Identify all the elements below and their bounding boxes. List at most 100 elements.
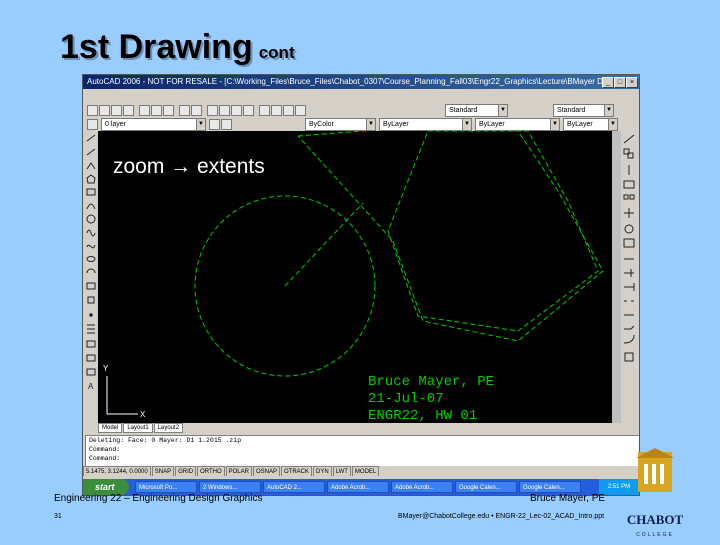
slide-title-text: 1st Drawing — [60, 28, 253, 66]
line-tool-icon — [86, 134, 96, 142]
logo-subtext: COLLEGE — [636, 532, 674, 538]
snap-toggle[interactable]: SNAP — [151, 466, 175, 476]
copy-icon[interactable] — [151, 105, 162, 116]
redo-icon[interactable] — [191, 105, 202, 116]
ucs-y-label: Y — [103, 364, 109, 373]
close-button[interactable]: × — [626, 77, 638, 88]
construction-line-icon — [86, 148, 96, 156]
otrack-toggle[interactable]: OTRACK — [281, 466, 313, 476]
undo-icon[interactable] — [179, 105, 190, 116]
lwt-toggle[interactable]: LWT — [332, 466, 351, 476]
slide-title: 1st Drawing cont — [60, 28, 295, 67]
autocad-screenshot: AutoCAD 2006 - NOT FOR RESALE - [C:\Work… — [82, 74, 640, 496]
tool-palette-icon[interactable] — [283, 105, 294, 116]
ellipse-icon — [86, 256, 96, 262]
task-button[interactable]: Microsoft Po... — [135, 481, 197, 493]
cut-icon[interactable] — [139, 105, 150, 116]
chevron-down-icon: ▼ — [498, 105, 507, 116]
new-icon[interactable] — [87, 105, 98, 116]
arc-icon — [86, 203, 96, 210]
drawing-text-block: Bruce Mayer, PE 21-Jul-07 ENGR22, HW 01 — [368, 374, 494, 423]
dim-style-select[interactable]: Standard ▼ — [553, 104, 614, 117]
model-toggle[interactable]: MODEL — [351, 466, 380, 476]
linetype-select[interactable]: ByLayer ▼ — [379, 118, 472, 131]
point-icon — [89, 313, 93, 317]
task-button[interactable]: 2 Windows... — [199, 481, 261, 493]
rotate-icon — [624, 224, 634, 234]
layer-select[interactable]: 0 layer ▼ — [101, 118, 206, 131]
osnap-toggle[interactable]: OSNAP — [252, 466, 280, 476]
extend-icon — [624, 283, 635, 291]
lineweight-select[interactable]: ByLayer ▼ — [475, 118, 560, 131]
make-current-layer-icon[interactable] — [209, 119, 220, 130]
tab-model[interactable]: Model — [98, 423, 123, 433]
explode-icon — [624, 352, 634, 362]
circle-icon — [86, 214, 96, 224]
grid-toggle[interactable]: GRID — [175, 466, 197, 476]
hatch-icon — [87, 324, 95, 334]
help-icon[interactable] — [295, 105, 306, 116]
move-icon — [624, 208, 634, 218]
standard-toolbar: Standard ▼ Standard ▼ — [83, 103, 639, 117]
slide-number: 31 — [54, 513, 62, 520]
fillet-icon — [623, 334, 635, 344]
drawing-text-date: 21-Jul-07 — [368, 391, 444, 407]
task-button[interactable]: Google Calen... — [519, 481, 581, 493]
design-center-icon[interactable] — [271, 105, 282, 116]
tab-layout1[interactable]: Layout1 — [123, 423, 153, 433]
zoom-previous-icon[interactable] — [243, 105, 254, 116]
lineweight-value: ByLayer — [479, 121, 505, 128]
scale-icon — [623, 238, 635, 248]
polar-toggle[interactable]: POLAR — [225, 466, 252, 476]
pan-icon[interactable] — [207, 105, 218, 116]
slide-title-suffix: cont — [258, 43, 295, 62]
plot-style-value: ByLayer — [567, 121, 593, 128]
offset-icon — [623, 180, 635, 189]
save-icon[interactable] — [111, 105, 122, 116]
paste-icon[interactable] — [163, 105, 174, 116]
footer-author: Bruce Mayer, PE — [530, 493, 606, 504]
region-icon — [86, 354, 96, 362]
zoom-extents-annotation: zoom → extents — [113, 155, 265, 178]
ucs-x-label: X — [140, 410, 146, 419]
properties-icon[interactable] — [259, 105, 270, 116]
task-button[interactable]: Google Calen... — [455, 481, 517, 493]
ortho-toggle[interactable]: ORTHO — [197, 466, 225, 476]
plot-style-select[interactable]: ByLayer ▼ — [563, 118, 618, 131]
tab-layout2[interactable]: Layout2 — [153, 423, 184, 433]
modify-toolbar — [621, 131, 637, 431]
text-style-select[interactable]: Standard ▼ — [445, 104, 508, 117]
status-bar: 5.1475, 3.1244, 0.0000 SNAP GRID ORTHO POLAR… — [83, 466, 639, 476]
task-button[interactable]: Adobe Acrob... — [391, 481, 453, 493]
chevron-down-icon: ▼ — [462, 119, 471, 130]
layer-previous-icon[interactable] — [221, 119, 232, 130]
drawing-text-name: Bruce Mayer, PE — [368, 374, 494, 390]
color-select[interactable]: ByColor ▼ — [305, 118, 376, 131]
logo-text: CHABOT — [627, 512, 684, 527]
command-line-3[interactable]: Command: — [89, 454, 639, 463]
layers-toolbar: 0 layer ▼ ByColor ▼ ByLayer ▼ ByLayer ▼ ByLa… — [83, 117, 639, 131]
mtext-icon: A — [88, 382, 94, 391]
footer-course: Engineering 22 – Engineering Design Grap… — [54, 493, 263, 504]
maximize-button[interactable]: □ — [614, 77, 626, 88]
polyline-icon — [86, 162, 96, 170]
dyn-toggle[interactable]: DYN — [313, 466, 332, 476]
zoom-window-icon[interactable] — [231, 105, 242, 116]
chabot-logo: CHABOT COLLEGE — [624, 448, 686, 540]
print-icon[interactable] — [123, 105, 134, 116]
drawing-text-course: ENGR22, HW 01 — [368, 408, 477, 423]
vertical-scrollbar[interactable] — [612, 131, 621, 423]
task-button[interactable]: Adobe Acrob... — [327, 481, 389, 493]
polygon-icon — [86, 174, 96, 184]
layer-value: 0 layer — [105, 121, 127, 128]
command-window[interactable]: Deleting: Face: 0 Mayer: D1 1.2015 .zip … — [85, 435, 639, 467]
task-button[interactable]: AutoCAD 2... — [263, 481, 325, 493]
layer-manager-icon[interactable] — [87, 119, 98, 130]
drawn-hexagon — [387, 131, 599, 332]
open-icon[interactable] — [99, 105, 110, 116]
chevron-down-icon: ▼ — [608, 119, 617, 130]
zoom-icon[interactable] — [219, 105, 230, 116]
ellipse-arc-icon — [86, 268, 96, 274]
minimize-button[interactable]: _ — [602, 77, 614, 88]
dim-style-value: Standard — [557, 107, 586, 114]
